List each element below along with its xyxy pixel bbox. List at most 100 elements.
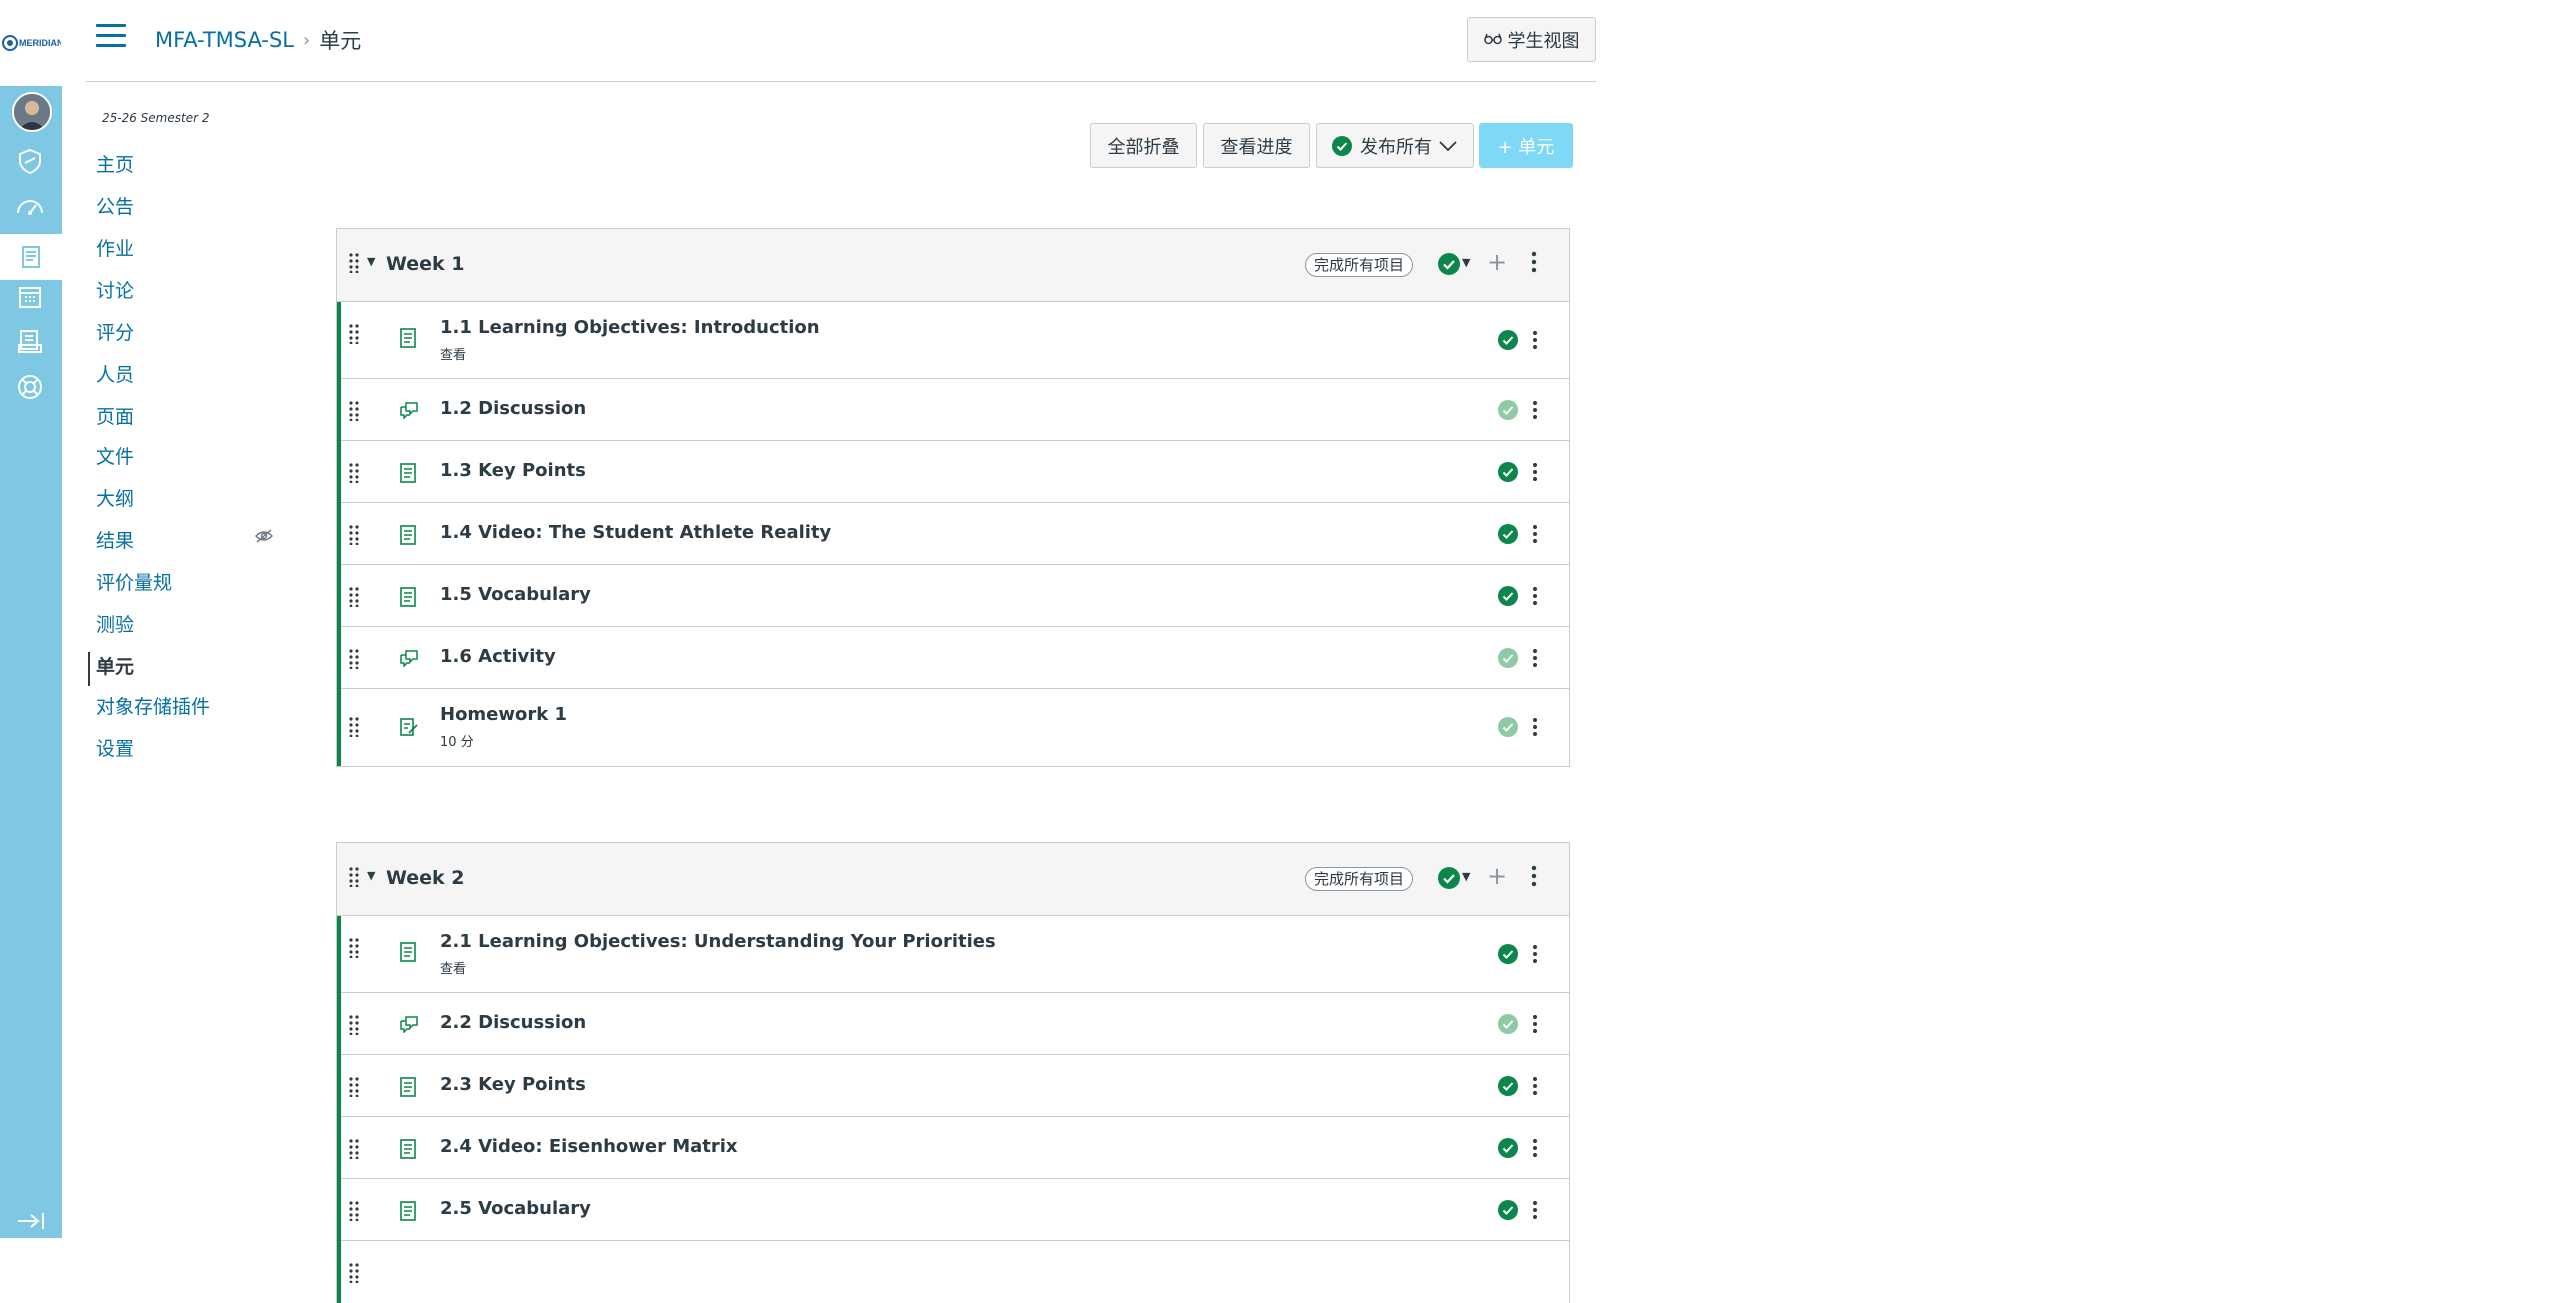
add-item-icon[interactable]: + [1487, 862, 1507, 890]
kebab-menu-icon[interactable] [1531, 251, 1537, 277]
kebab-menu-icon[interactable] [1532, 717, 1538, 741]
course-nav-syllabus[interactable]: 大纲 [96, 484, 134, 511]
collapse-nav-icon[interactable] [16, 1212, 46, 1234]
drag-handle-icon[interactable] [349, 1077, 359, 1101]
kebab-menu-icon[interactable] [1532, 648, 1538, 672]
item-title[interactable]: 1.4 Video: The Student Athlete Reality [440, 522, 831, 543]
drag-handle-icon[interactable] [349, 867, 359, 891]
course-nav-pages[interactable]: 页面 [96, 402, 134, 429]
published-check-icon[interactable] [1498, 524, 1518, 548]
kebab-menu-icon[interactable] [1532, 944, 1538, 968]
breadcrumb-course-link[interactable]: MFA-TMSA-SL [155, 28, 294, 52]
course-nav-people[interactable]: 人员 [96, 360, 134, 387]
item-title[interactable]: 1.6 Activity [440, 646, 556, 667]
drag-handle-icon[interactable] [349, 938, 359, 962]
drag-handle-icon[interactable] [349, 525, 359, 549]
published-check-icon[interactable] [1498, 1076, 1518, 1100]
course-nav-home[interactable]: 主页 [96, 150, 134, 177]
module-header[interactable]: ▼ Week 1 完成所有项目 ▼ + [337, 229, 1569, 302]
unpublished-check-icon[interactable] [1498, 648, 1518, 672]
admin-shield-icon[interactable] [13, 144, 47, 178]
published-check-icon[interactable] [1438, 867, 1460, 893]
unpublished-check-icon[interactable] [1498, 717, 1518, 741]
item-title[interactable]: 1.1 Learning Objectives: Introduction [440, 317, 820, 338]
module-item[interactable]: 2.1 Learning Objectives: Understanding Y… [341, 916, 1569, 993]
kebab-menu-icon[interactable] [1532, 330, 1538, 354]
item-title[interactable]: 1.5 Vocabulary [440, 584, 591, 605]
help-icon[interactable] [13, 370, 47, 404]
item-title[interactable]: 1.2 Discussion [440, 398, 586, 419]
course-nav-grades[interactable]: 评分 [96, 318, 134, 345]
hamburger-menu-icon[interactable] [96, 24, 126, 52]
published-check-icon[interactable] [1438, 253, 1460, 279]
publish-caret-icon[interactable]: ▼ [1462, 870, 1470, 883]
item-title[interactable]: 2.5 Vocabulary [440, 1198, 591, 1219]
dashboard-icon[interactable] [13, 190, 47, 224]
published-check-icon[interactable] [1498, 944, 1518, 968]
course-nav-outcomes[interactable]: 结果 [96, 526, 134, 553]
kebab-menu-icon[interactable] [1532, 1076, 1538, 1100]
course-nav-files[interactable]: 文件 [96, 442, 134, 469]
module-item[interactable]: 2.4 Video: Eisenhower Matrix [341, 1117, 1569, 1179]
student-view-button[interactable]: 学生视图 [1467, 17, 1596, 62]
collapse-caret-icon[interactable]: ▼ [367, 869, 375, 882]
unpublished-check-icon[interactable] [1498, 400, 1518, 424]
courses-icon[interactable] [0, 234, 62, 280]
unpublished-check-icon[interactable] [1498, 1014, 1518, 1038]
item-title[interactable]: 2.3 Key Points [440, 1074, 586, 1095]
item-title[interactable]: 2.2 Discussion [440, 1012, 586, 1033]
drag-handle-icon[interactable] [349, 587, 359, 611]
item-title[interactable]: 1.3 Key Points [440, 460, 586, 481]
kebab-menu-icon[interactable] [1531, 865, 1537, 891]
calendar-icon[interactable] [13, 280, 47, 314]
drag-handle-icon[interactable] [349, 649, 359, 673]
collapse-caret-icon[interactable]: ▼ [367, 255, 375, 268]
course-nav-announcements[interactable]: 公告 [96, 192, 134, 219]
module-item[interactable]: 1.5 Vocabulary [341, 565, 1569, 627]
course-nav-settings[interactable]: 设置 [96, 734, 134, 761]
module-item[interactable]: 1.3 Key Points [341, 441, 1569, 503]
module-item[interactable]: 1.4 Video: The Student Athlete Reality [341, 503, 1569, 565]
institution-logo[interactable]: MERIDIAN [0, 0, 62, 86]
kebab-menu-icon[interactable] [1532, 1014, 1538, 1038]
module-item[interactable]: 2.5 Vocabulary [341, 1179, 1569, 1241]
published-check-icon[interactable] [1498, 330, 1518, 354]
module-item[interactable]: 1.6 Activity [341, 627, 1569, 689]
view-progress-button[interactable]: 查看进度 [1203, 123, 1310, 168]
module-item[interactable]: 1.1 Learning Objectives: Introduction 查看 [341, 302, 1569, 379]
inbox-icon[interactable] [13, 324, 47, 358]
module-item[interactable]: Homework 1 10 分 [341, 689, 1569, 766]
published-check-icon[interactable] [1498, 1200, 1518, 1224]
drag-handle-icon[interactable] [349, 1263, 359, 1287]
item-title[interactable]: Homework 1 [440, 704, 567, 725]
drag-handle-icon[interactable] [349, 463, 359, 487]
kebab-menu-icon[interactable] [1532, 524, 1538, 548]
course-nav-modules[interactable]: 单元 [96, 652, 134, 679]
add-item-icon[interactable]: + [1487, 248, 1507, 276]
drag-handle-icon[interactable] [349, 253, 359, 277]
course-nav-assignments[interactable]: 作业 [96, 234, 134, 261]
kebab-menu-icon[interactable] [1532, 1138, 1538, 1162]
publish-all-button[interactable]: 发布所有 [1316, 123, 1474, 168]
collapse-all-button[interactable]: 全部折叠 [1090, 123, 1197, 168]
drag-handle-icon[interactable] [349, 1201, 359, 1225]
item-title[interactable]: 2.1 Learning Objectives: Understanding Y… [440, 931, 996, 952]
drag-handle-icon[interactable] [349, 1015, 359, 1039]
drag-handle-icon[interactable] [349, 401, 359, 425]
course-nav-object-storage[interactable]: 对象存储插件 [96, 692, 210, 719]
publish-caret-icon[interactable]: ▼ [1462, 256, 1470, 269]
drag-handle-icon[interactable] [349, 717, 359, 741]
kebab-menu-icon[interactable] [1532, 586, 1538, 610]
module-item[interactable]: 2.2 Discussion [341, 993, 1569, 1055]
published-check-icon[interactable] [1498, 1138, 1518, 1162]
course-nav-discussions[interactable]: 讨论 [96, 276, 134, 303]
avatar[interactable] [12, 92, 52, 132]
module-header[interactable]: ▼ Week 2 完成所有项目 ▼ + [337, 843, 1569, 916]
kebab-menu-icon[interactable] [1532, 1200, 1538, 1224]
course-nav-quizzes[interactable]: 测验 [96, 610, 134, 637]
drag-handle-icon[interactable] [349, 1139, 359, 1163]
module-item[interactable]: 2.3 Key Points [341, 1055, 1569, 1117]
item-title[interactable]: 2.4 Video: Eisenhower Matrix [440, 1136, 738, 1157]
published-check-icon[interactable] [1498, 586, 1518, 610]
published-check-icon[interactable] [1498, 462, 1518, 486]
